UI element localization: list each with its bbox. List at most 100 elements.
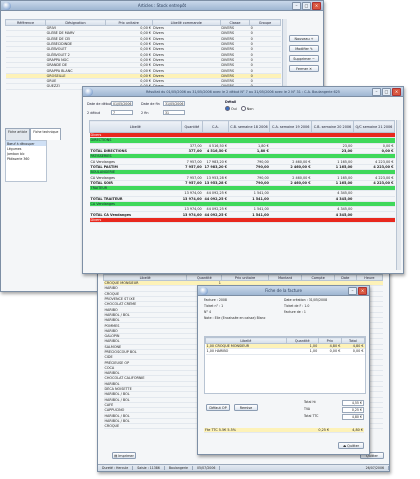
column-header[interactable]: Q/C semaine 21 2006 xyxy=(352,120,396,133)
table-row[interactable]: 1,00 HARIBO 1,00 0,00 €0,00 € xyxy=(205,348,365,355)
table-cell: 0,25 € xyxy=(296,428,331,434)
info-line: N° 4 xyxy=(204,310,212,314)
detail-radio-group: Oui Non xyxy=(225,106,254,111)
window-title: Résultat du 01/05/2006 au 31/05/2006 ave… xyxy=(146,89,340,94)
app-orb-icon[interactable] xyxy=(3,1,11,10)
table-row[interactable]: Divers xyxy=(89,217,395,224)
list-item[interactable]: Pâtisserie 360 xyxy=(6,156,46,161)
invoice-action-0[interactable]: Défaut OP xyxy=(206,404,230,411)
info-line: Ticket de F : 1.0 xyxy=(284,304,310,308)
side-button-0[interactable]: Nouveau + xyxy=(289,35,319,42)
table-cell xyxy=(202,217,229,224)
info-line: Ticket n° : 1 xyxy=(204,304,224,308)
table-cell: CROQUE xyxy=(103,423,187,430)
status-right: Boulangerie xyxy=(165,466,194,470)
tab-1[interactable]: Fiche technique xyxy=(30,128,62,140)
add-icon: + xyxy=(310,36,314,41)
table-cell: 44 092,25 € xyxy=(202,190,229,197)
table-cell: 13 974,00 xyxy=(181,211,203,218)
app-orb-icon[interactable] xyxy=(200,286,208,295)
close-icon: ✕ xyxy=(309,66,312,71)
table-cell: Divers xyxy=(89,217,181,224)
date-start-label: Date de début xyxy=(87,102,112,106)
tab-0[interactable]: Fiche article xyxy=(5,128,31,140)
close-icon[interactable]: × xyxy=(392,88,401,96)
invoice-action-label: Défaut OP xyxy=(209,405,227,410)
minimize-icon[interactable]: – xyxy=(372,88,381,96)
column-header[interactable]: Quantité xyxy=(180,120,204,133)
side-button-2[interactable]: Supprimer − xyxy=(289,55,319,62)
delete-icon: − xyxy=(311,56,315,61)
total-row: Total TTC 4,80 € xyxy=(304,414,364,420)
table-cell xyxy=(228,217,270,224)
table-cell: 13 974,00 xyxy=(181,206,203,213)
total-value: 4,80 € xyxy=(342,414,364,420)
invoice-window: Fiche de la facture – × Facture : 2008 Dat… xyxy=(197,285,370,455)
table-cell xyxy=(353,217,395,224)
info-line: Date création : 31/05/2008 xyxy=(284,298,328,302)
invoice-action-label: Remise xyxy=(239,405,253,410)
invoice-quit-button[interactable]: ⏏ Quitter xyxy=(338,442,364,449)
table-cell: 13 953,28 € xyxy=(202,174,229,181)
total-value: 0,25 € xyxy=(342,407,364,413)
week-start-field[interactable]: 7 xyxy=(111,110,133,115)
print-button[interactable]: ▤ Imprimer xyxy=(112,452,136,459)
tax-row: Fte TTC 5.5€ 5.5% 0,25 €4,80 € xyxy=(204,428,364,434)
titlebar: Fiche de la facture – × xyxy=(198,286,369,296)
table-cell: 1,00 HARIBO xyxy=(205,348,287,355)
table-cell: 44 092,25 € xyxy=(202,206,229,213)
table-cell xyxy=(5,83,46,90)
maximize-icon[interactable]: □ xyxy=(302,2,311,10)
app-orb-icon[interactable] xyxy=(85,87,93,96)
column-header[interactable]: C.A. xyxy=(202,120,229,133)
table-cell xyxy=(269,217,312,224)
radio-icon xyxy=(225,106,230,111)
side-button-label: Supprimer xyxy=(293,56,311,61)
table-cell: 0,00 € xyxy=(318,348,342,355)
table-cell: 4,80 € xyxy=(330,428,364,434)
close-icon[interactable]: × xyxy=(312,2,321,10)
radio-label: Oui xyxy=(231,106,237,111)
side-button-3[interactable]: Fermer ✕ xyxy=(289,65,319,72)
column-header[interactable]: Libellé xyxy=(89,120,182,133)
table-cell xyxy=(311,217,354,224)
results-table: Libellé Quantité C.A. C.B. semaine 18 2006 C… xyxy=(89,120,396,224)
detail-option-1[interactable]: Non xyxy=(240,106,254,111)
titlebar: Articles : Stock entrepôt – □ × xyxy=(1,1,323,11)
total-label: TVA xyxy=(304,407,311,411)
status-date: 05/07/2006 xyxy=(193,466,221,470)
detail-option-0[interactable]: Oui xyxy=(225,106,237,111)
table-cell: 17 983,20 € xyxy=(202,158,229,165)
minimize-icon[interactable]: – xyxy=(292,2,301,10)
week-end-field[interactable]: 31 xyxy=(163,110,185,115)
column-header[interactable]: C.A. semaine 19 2006 xyxy=(269,120,313,133)
side-button-label: Fermer xyxy=(296,66,309,71)
table-cell: 0,00 € xyxy=(341,348,365,355)
scrollbar[interactable] xyxy=(396,120,401,270)
column-header[interactable]: C.B. semaine 20 2006 xyxy=(311,120,354,133)
date-start-field[interactable]: 01/05/2006 xyxy=(111,101,133,106)
week-start-label: 2 début xyxy=(87,111,101,115)
info-line: Facture : 2008 xyxy=(204,298,227,302)
status-left: Dureté : Hercule xyxy=(98,466,134,470)
side-button-1[interactable]: Modifier ✎ xyxy=(289,45,319,52)
totals-panel: Total ht 4,55 € TVA 0,25 € Total TTC 4,80 € xyxy=(304,400,364,421)
table-cell: 13 974,00 xyxy=(181,196,203,202)
info-line: Facture de : 1 xyxy=(284,310,306,314)
maximize-icon[interactable]: □ xyxy=(382,88,391,96)
invoice-action-1[interactable]: Remise xyxy=(234,404,258,411)
side-button-label: Modifier xyxy=(295,46,309,51)
window-title: Articles : Stock entrepôt xyxy=(137,3,187,8)
column-header[interactable]: C.B. semaine 18 2006 xyxy=(227,120,271,133)
date-end-field[interactable]: 31/05/2006 xyxy=(163,101,185,106)
table-cell: 13 974,00 xyxy=(181,190,203,197)
close-icon[interactable]: × xyxy=(358,287,367,295)
invoice-lines: Libellé Quantité Prix Total 1,00 CROQUE MONS… xyxy=(204,336,366,394)
table-cell: 13 953,28 € xyxy=(202,180,229,186)
total-label: Total TTC xyxy=(304,414,319,418)
results-window: Résultat du 01/05/2006 au 31/05/2006 ave… xyxy=(82,86,404,274)
print-label: Imprimer xyxy=(118,453,134,458)
info-line: Note : Elle (Encaissée en caisse) Blanc xyxy=(204,316,266,320)
minimize-icon[interactable]: – xyxy=(348,287,357,295)
table-cell: 4 516,50 € xyxy=(202,148,229,155)
